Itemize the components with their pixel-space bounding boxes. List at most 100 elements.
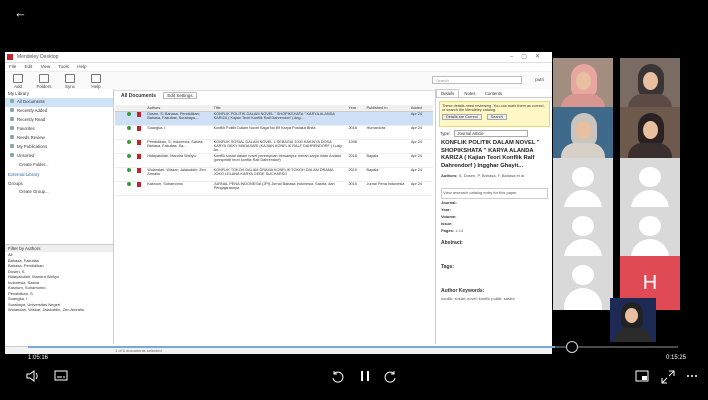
authors-value[interactable]: S. Dosen, P. Bahasa, F. Bahasa et al. xyxy=(459,173,525,178)
documents-title: All Documents xyxy=(121,93,157,99)
field-row[interactable]: Year: xyxy=(441,207,548,213)
review-notice: These details need reviewing. You can ma… xyxy=(439,101,550,127)
menu-help[interactable]: Help xyxy=(77,64,86,69)
menu-tools[interactable]: Tools xyxy=(58,64,69,69)
pdf-icon xyxy=(137,182,142,187)
participant-avatar-icon xyxy=(553,158,613,212)
sync-button[interactable]: Sync xyxy=(59,74,81,89)
create-group-link[interactable]: Create Group... xyxy=(5,188,113,197)
add-button[interactable]: Add xyxy=(7,74,29,89)
library-item-recently-added[interactable]: Recently Added xyxy=(5,107,113,116)
menu-view[interactable]: View xyxy=(41,64,51,69)
type-select[interactable]: Journal Article xyxy=(454,130,529,137)
details-correct-button[interactable]: Details are Correct xyxy=(442,114,482,120)
more-icon[interactable] xyxy=(684,370,700,384)
pdf-cell[interactable] xyxy=(135,139,146,154)
fullscreen-icon[interactable] xyxy=(660,370,676,384)
pdf-cell[interactable] xyxy=(135,167,146,182)
library-item-needs-review[interactable]: Needs Review xyxy=(5,134,113,143)
details-tabs: Details Notes Contents xyxy=(436,89,552,98)
library-item-all-documents[interactable]: All Documents xyxy=(5,98,113,107)
current-time: 1:05:16 xyxy=(28,355,49,361)
library-item-unsorted[interactable]: Unsorted xyxy=(5,152,113,161)
pdf-cell[interactable] xyxy=(135,181,146,196)
edit-settings-button[interactable]: Edit Settings xyxy=(163,92,197,99)
table-row[interactable]: Hidayatullah, Mandra Wahyu Konflik sosia… xyxy=(115,153,433,168)
participant-video xyxy=(620,107,680,161)
avatar-body xyxy=(564,288,602,310)
library-item-my-publications[interactable]: My Publications xyxy=(5,143,113,152)
tab-details[interactable]: Details xyxy=(436,89,460,97)
folder-icon xyxy=(39,74,49,83)
review-icon xyxy=(10,135,14,139)
keywords-value[interactable]: konflik; sosial; novel; konflik politik;… xyxy=(441,296,548,302)
pdf-cell[interactable] xyxy=(135,111,146,126)
library-item-recently-read[interactable]: Recently Read xyxy=(5,116,113,125)
window-controls[interactable]: –▢✕ xyxy=(510,52,548,62)
star-cell[interactable] xyxy=(115,125,126,140)
field-row[interactable]: Pages: 1-14 xyxy=(441,228,548,234)
field-row[interactable]: Issue: xyxy=(441,221,548,227)
pause-icon[interactable] xyxy=(358,370,372,384)
cell-added: Apr 24 xyxy=(408,125,433,140)
author-filter: Filter by Authors All Bahasa, Fakultas B… xyxy=(5,244,113,345)
table-row[interactable]: Kasnum, Suharnomo JURNAL PENA INDONESIA … xyxy=(115,181,433,196)
help-button[interactable]: Help xyxy=(85,74,107,89)
window-titlebar: Mendeley Desktop –▢✕ xyxy=(5,52,552,63)
table-row[interactable]: Pendidikan, S; Indonesia, Sastra; Bahasa… xyxy=(115,139,433,154)
table-row[interactable]: Wulandari, Wiskar; Jalaluddin; Zen Amral… xyxy=(115,167,433,182)
cell-added: Apr 24 xyxy=(408,181,433,196)
folder-icon xyxy=(10,153,14,157)
pdf-cell[interactable] xyxy=(135,153,146,168)
table-row[interactable]: Suangka, I Konflik Politik Dalam Novel S… xyxy=(115,125,433,140)
cell-year: 2018 xyxy=(346,153,365,168)
clock-icon xyxy=(10,108,14,112)
document-title[interactable]: KONFLIK POLITIK DALAM NOVEL " SHOPIKSHAT… xyxy=(441,140,548,170)
pdf-icon xyxy=(137,154,142,159)
library-item-label: Unsorted xyxy=(17,153,35,158)
filter-header[interactable]: Filter by Authors xyxy=(5,245,113,252)
cell-authors: Suangka, I xyxy=(145,125,212,140)
pdf-cell[interactable] xyxy=(135,125,146,140)
picture-in-picture-icon[interactable] xyxy=(634,370,650,384)
user-label[interactable]: putri xyxy=(535,77,544,82)
field-row[interactable]: Volume: xyxy=(441,214,548,220)
back-arrow-icon[interactable]: ← xyxy=(14,6,28,20)
author-keywords-label: Author Keywords: xyxy=(441,288,485,294)
view-catalog-link[interactable]: View research catalog entry for this pap… xyxy=(441,188,548,199)
field-label: Volume: xyxy=(441,214,457,219)
tab-notes[interactable]: Notes xyxy=(460,90,479,97)
folders-button[interactable]: Folders xyxy=(33,74,55,89)
participant-video xyxy=(553,58,613,112)
cell-year xyxy=(346,111,365,126)
star-cell[interactable] xyxy=(115,139,126,154)
menu-edit[interactable]: Edit xyxy=(25,64,33,69)
seek-handle[interactable] xyxy=(566,341,578,353)
person-icon xyxy=(10,144,14,148)
filter-item[interactable]: Wulandari, Wiskar, Jalaluddin, Zen Amral… xyxy=(5,307,113,313)
external-library-header[interactable]: External Library xyxy=(5,170,113,179)
menu-file[interactable]: File xyxy=(9,64,16,69)
star-cell[interactable] xyxy=(115,167,126,182)
forward-30-icon[interactable] xyxy=(382,370,398,384)
seek-bar[interactable] xyxy=(28,346,678,348)
subtitles-icon[interactable] xyxy=(53,370,69,384)
star-cell[interactable] xyxy=(115,111,126,126)
mendeley-logo-icon xyxy=(7,54,13,60)
participant-video xyxy=(620,58,680,112)
rewind-10-icon[interactable] xyxy=(330,370,346,384)
participant-avatar-icon xyxy=(620,158,680,212)
help-icon xyxy=(91,74,101,83)
tab-contents[interactable]: Contents xyxy=(481,90,506,97)
table-row[interactable]: Dosen, S; Bahasa, Pendidikan; Bahasa, Fa… xyxy=(115,111,433,126)
field-row[interactable]: Journal: xyxy=(441,200,548,206)
search-input[interactable]: Search xyxy=(432,76,522,84)
create-folder-link[interactable]: Create Folder... xyxy=(5,161,113,170)
field-value: 1-14 xyxy=(455,228,464,233)
volume-icon[interactable] xyxy=(24,370,42,384)
star-cell[interactable] xyxy=(115,153,126,168)
catalog-search-button[interactable]: Search xyxy=(486,114,507,120)
star-cell[interactable] xyxy=(115,181,126,196)
cell-published: Bapala xyxy=(364,153,409,168)
library-item-favorites[interactable]: Favorites xyxy=(5,125,113,134)
